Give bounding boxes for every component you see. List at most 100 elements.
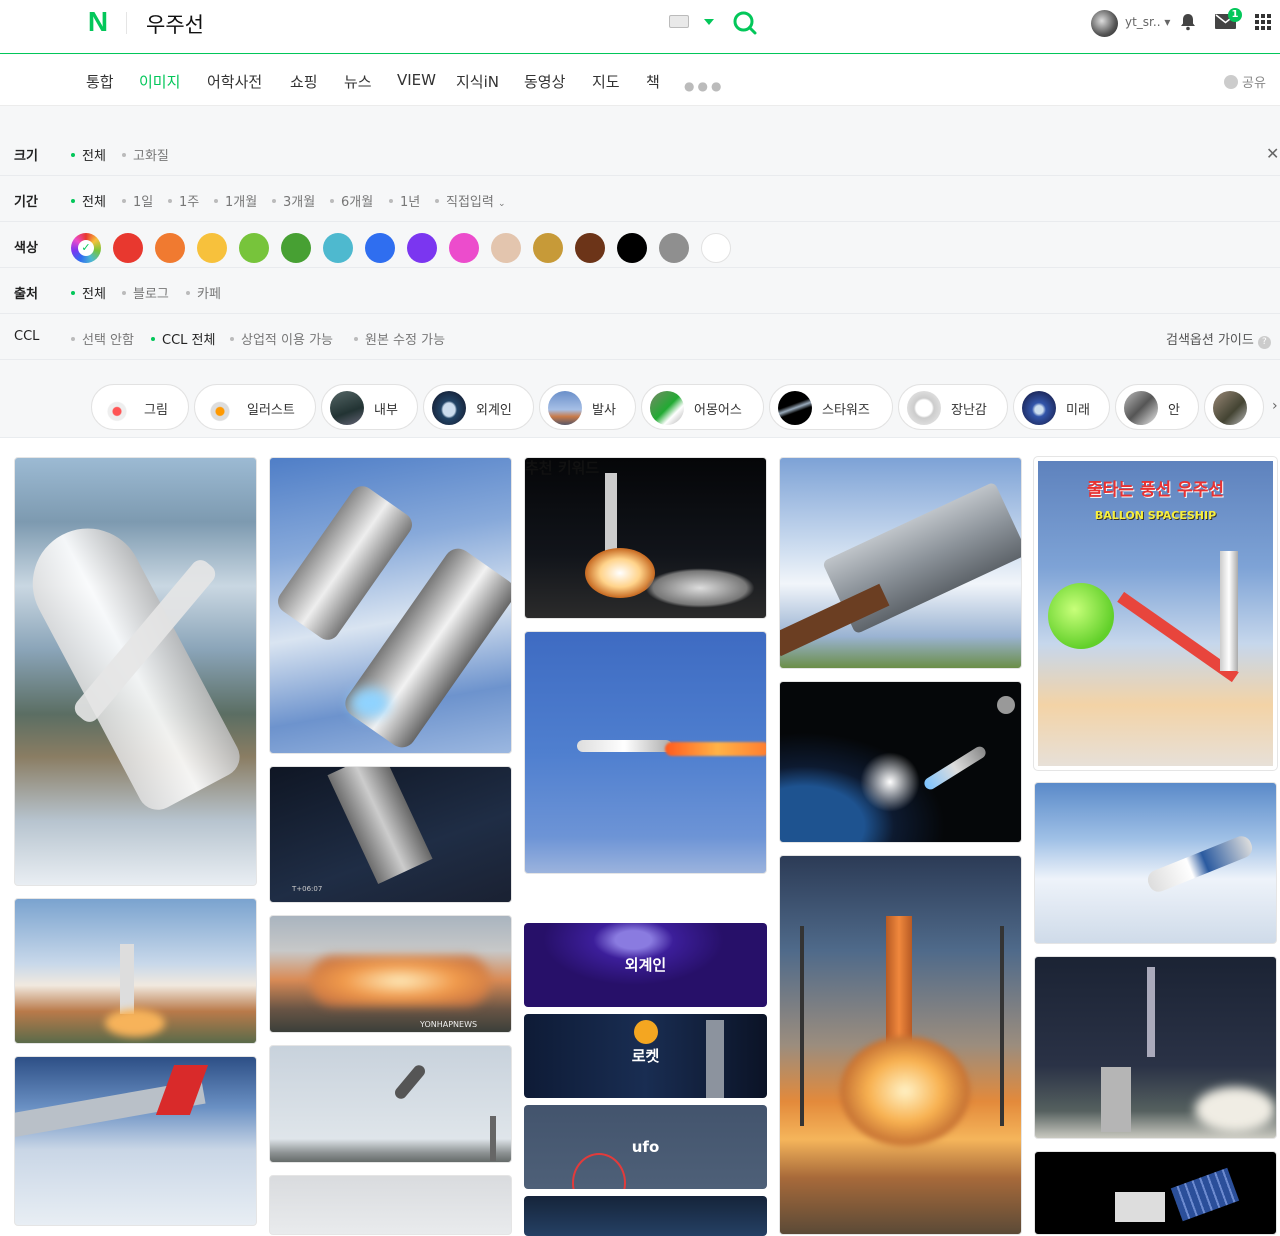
option-source-cafe[interactable]: 카페 <box>186 283 221 302</box>
share-button[interactable]: 공유 <box>1224 72 1266 91</box>
tab-video[interactable]: 동영상 <box>524 71 565 92</box>
chip-thumbnail <box>778 391 812 425</box>
close-icon[interactable]: ✕ <box>1266 144 1279 163</box>
option-size-hq[interactable]: 고화질 <box>122 145 169 164</box>
option-period-1w[interactable]: 1주 <box>168 191 199 210</box>
tab-map[interactable]: 지도 <box>592 71 620 92</box>
related-chip[interactable]: 내부 <box>321 384 418 430</box>
tab-view[interactable]: VIEW <box>397 71 436 89</box>
divider <box>126 12 127 34</box>
related-chip[interactable]: 스타워즈 <box>769 384 893 430</box>
tab-images[interactable]: 이미지 <box>139 71 180 92</box>
image-result[interactable] <box>269 1045 512 1163</box>
image-result[interactable]: YONHAPNEWS <box>269 915 512 1033</box>
image-result[interactable] <box>779 681 1022 843</box>
search-option-guide-link[interactable]: 검색옵션 가이드? <box>1166 329 1271 349</box>
keyword-label: 로켓 <box>631 1047 660 1065</box>
color-swatch[interactable] <box>281 233 311 263</box>
image-result[interactable] <box>1034 956 1277 1139</box>
tab-kin[interactable]: 지식iN <box>456 71 499 92</box>
avatar[interactable] <box>1091 10 1118 37</box>
keyboard-icon[interactable] <box>669 15 689 28</box>
color-swatch[interactable] <box>323 233 353 263</box>
apps-grid-icon[interactable] <box>1255 14 1271 30</box>
image-result[interactable] <box>14 898 257 1044</box>
image-result[interactable] <box>1034 1151 1277 1235</box>
color-swatch-all[interactable]: ✓ <box>71 233 101 263</box>
option-row-source: 출처 전체 블로그 카페 <box>0 268 1280 314</box>
image-result[interactable] <box>269 1175 512 1235</box>
color-swatch[interactable] <box>407 233 437 263</box>
color-swatch[interactable] <box>449 233 479 263</box>
recommend-keyword-alien[interactable]: 외계인 <box>524 923 767 1007</box>
option-source-blog[interactable]: 블로그 <box>122 283 169 302</box>
tab-book[interactable]: 책 <box>646 71 660 92</box>
poster-title: 줄타는 풍선 우주선 <box>1087 480 1224 500</box>
chevron-down-icon: ⌄ <box>497 199 506 209</box>
color-swatch[interactable] <box>197 233 227 263</box>
related-chip[interactable]: 안 <box>1115 384 1199 430</box>
image-result[interactable] <box>524 457 767 619</box>
image-result[interactable] <box>779 457 1022 669</box>
image-result[interactable]: 줄타는 풍선 우주선 BALLON SPACESHIP <box>1033 456 1278 771</box>
autocomplete-toggle-icon[interactable] <box>704 19 714 25</box>
color-swatch[interactable] <box>659 233 689 263</box>
related-chip[interactable]: 그림 <box>91 384 189 430</box>
option-period-custom[interactable]: 직접입력 ⌄ <box>435 191 506 210</box>
related-chip[interactable]: 일러스트 <box>194 384 316 430</box>
naver-logo[interactable]: N <box>84 8 112 36</box>
image-result[interactable] <box>1034 782 1277 944</box>
related-chip[interactable]: 어몽어스 <box>641 384 764 430</box>
tab-dictionary[interactable]: 어학사전 <box>207 71 262 92</box>
option-source-all[interactable]: 전체 <box>71 283 106 302</box>
related-chip[interactable] <box>1204 384 1264 430</box>
tab-shopping[interactable]: 쇼핑 <box>290 71 318 92</box>
option-ccl-all[interactable]: CCL 전체 <box>151 329 215 348</box>
poster-subtitle: BALLON SPACESHIP <box>1094 509 1217 522</box>
option-period-1y[interactable]: 1년 <box>389 191 420 210</box>
option-label: CCL <box>14 329 40 344</box>
color-swatch[interactable] <box>491 233 521 263</box>
related-chip[interactable]: 장난감 <box>898 384 1008 430</box>
image-result[interactable] <box>14 457 257 886</box>
recommend-keyword-rocket[interactable]: 로켓 <box>524 1014 767 1098</box>
help-icon: ? <box>1257 336 1271 349</box>
user-id[interactable]: yt_sr.. ▾ <box>1125 15 1170 29</box>
image-result[interactable] <box>524 631 767 874</box>
color-swatch[interactable] <box>701 233 731 263</box>
image-result[interactable]: T+06:07 <box>269 766 512 903</box>
image-result[interactable] <box>269 457 512 754</box>
bell-icon[interactable] <box>1179 13 1197 31</box>
color-swatch[interactable] <box>239 233 269 263</box>
chevron-right-icon[interactable]: › <box>1272 398 1278 414</box>
search-query[interactable]: 우주선 <box>146 9 204 39</box>
chip-label: 일러스트 <box>247 403 295 418</box>
related-chip[interactable]: 발사 <box>539 384 636 430</box>
image-result[interactable] <box>14 1056 257 1226</box>
option-period-all[interactable]: 전체 <box>71 191 106 210</box>
option-period-1m[interactable]: 1개월 <box>214 191 257 210</box>
recommend-keyword-ufo[interactable]: ufo <box>524 1105 767 1189</box>
option-ccl-commercial[interactable]: 상업적 이용 가능 <box>230 329 333 348</box>
option-ccl-modify[interactable]: 원본 수정 가능 <box>354 329 445 348</box>
chip-label: 발사 <box>592 403 616 418</box>
color-swatch[interactable] <box>617 233 647 263</box>
color-swatch[interactable] <box>365 233 395 263</box>
more-tabs-icon[interactable]: ●●● <box>684 79 724 93</box>
color-swatch[interactable] <box>575 233 605 263</box>
option-period-1d[interactable]: 1일 <box>122 191 153 210</box>
option-ccl-none[interactable]: 선택 안함 <box>71 329 134 348</box>
related-chip[interactable]: 외계인 <box>423 384 534 430</box>
image-result[interactable] <box>524 1196 767 1236</box>
color-swatch[interactable] <box>533 233 563 263</box>
image-result[interactable] <box>779 855 1022 1235</box>
color-swatch[interactable] <box>113 233 143 263</box>
option-period-3m[interactable]: 3개월 <box>272 191 315 210</box>
color-swatch[interactable] <box>155 233 185 263</box>
related-chip[interactable]: 미래 <box>1013 384 1110 430</box>
option-size-all[interactable]: 전체 <box>71 145 106 164</box>
option-period-6m[interactable]: 6개월 <box>330 191 373 210</box>
tab-integrated[interactable]: 통합 <box>86 71 114 92</box>
search-icon[interactable] <box>732 10 758 36</box>
tab-news[interactable]: 뉴스 <box>344 71 372 92</box>
